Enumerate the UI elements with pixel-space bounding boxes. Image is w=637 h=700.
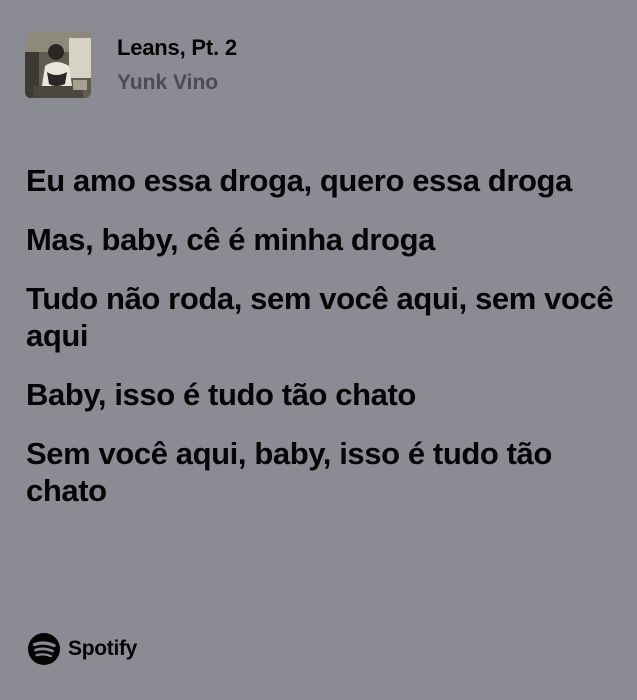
- spotify-wordmark: Spotify: [68, 637, 138, 660]
- spotify-brand[interactable]: Spotify: [27, 632, 137, 666]
- spotify-logo-icon: [28, 633, 60, 665]
- lyric-line: Mas, baby, cê é minha droga: [26, 222, 435, 257]
- lyric-line: Eu amo essa droga, quero essa droga: [26, 163, 572, 198]
- lyrics-block: Eu amo essa droga, quero essa droga Mas,…: [26, 162, 616, 531]
- lyric-line: Tudo não roda, sem você aqui, sem você a…: [26, 281, 614, 353]
- lyric-line: Sem você aqui, baby, isso é tudo tão cha…: [26, 436, 552, 508]
- album-cover-photo: [25, 32, 91, 98]
- track-title: Leans, Pt. 2: [117, 34, 237, 60]
- lyrics-share-card: Leans, Pt. 2 Yunk Vino Eu amo essa droga…: [0, 0, 637, 700]
- lyric-line: Baby, isso é tudo tão chato: [26, 377, 416, 412]
- track-header[interactable]: Leans, Pt. 2 Yunk Vino: [25, 32, 237, 98]
- track-artist: Yunk Vino: [117, 70, 219, 94]
- track-meta: Leans, Pt. 2 Yunk Vino: [117, 35, 237, 96]
